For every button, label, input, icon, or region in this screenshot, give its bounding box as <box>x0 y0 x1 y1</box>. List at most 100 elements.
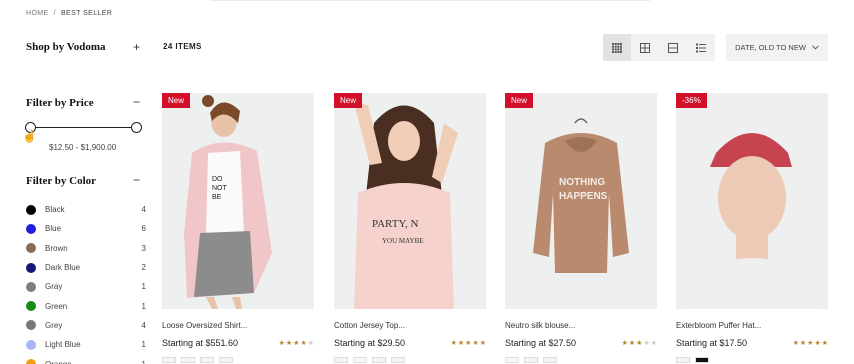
color-count: 1 <box>141 301 146 311</box>
product-name[interactable]: Exterbloom Puffer Hat... <box>676 321 828 330</box>
product-card[interactable]: NOTHING HAPPENS New Neutro silk blouse..… <box>505 93 657 363</box>
star-icon: ★ <box>285 340 293 347</box>
grid-2-icon <box>640 42 650 53</box>
color-swatch[interactable] <box>26 281 36 292</box>
view-grid-2-button[interactable] <box>631 34 659 61</box>
color-swatch[interactable] <box>26 243 36 254</box>
star-icon: ★ <box>650 340 657 347</box>
svg-text:NOTHING: NOTHING <box>559 177 605 188</box>
filter-color-toggle[interactable]: − <box>133 174 140 186</box>
filter-price-heading[interactable]: Filter by Price <box>26 97 94 109</box>
swatch-chip[interactable] <box>676 357 690 363</box>
star-icon: ★ <box>300 340 307 347</box>
color-filter-item[interactable]: Dark Blue 2 <box>26 258 146 277</box>
color-name: Grey <box>45 320 63 330</box>
swatch-chip[interactable] <box>391 357 405 363</box>
star-icon: ★ <box>643 340 650 347</box>
price-range-label: $12.50 - $1,900.00 <box>49 143 117 152</box>
color-filter-item[interactable]: Green 1 <box>26 296 146 315</box>
star-icon: ★ <box>457 340 465 347</box>
product-name[interactable]: Cotton Jersey Top... <box>334 321 486 330</box>
product-swatches <box>505 357 657 363</box>
svg-text:NOT: NOT <box>212 185 228 192</box>
product-image[interactable]: -36% <box>676 93 828 309</box>
color-swatch[interactable] <box>26 262 36 273</box>
product-name[interactable]: Neutro silk blouse... <box>505 321 657 330</box>
color-name: Dark Blue <box>45 263 81 273</box>
star-icon: ★ <box>472 340 479 347</box>
swatch-chip[interactable] <box>372 357 386 363</box>
product-name[interactable]: Loose Oversized Shirt... <box>162 321 314 330</box>
shop-by-toggle[interactable]: + <box>133 41 140 53</box>
star-icon: ★ <box>307 340 314 347</box>
filter-price-toggle[interactable]: − <box>133 96 140 108</box>
swatch-chip[interactable] <box>219 357 233 363</box>
product-image[interactable]: PARTY, N YOU MAYBE New <box>334 93 486 309</box>
color-swatch[interactable] <box>26 301 36 312</box>
view-list-detail-button[interactable] <box>687 34 715 61</box>
top-divider <box>210 0 650 1</box>
star-icon: ★ <box>465 340 472 347</box>
color-name: Blue <box>45 224 62 234</box>
product-card[interactable]: PARTY, N YOU MAYBE New Cotton Jersey Top… <box>334 93 486 363</box>
star-icon: ★ <box>628 340 636 347</box>
filter-color-heading[interactable]: Filter by Color <box>26 175 96 187</box>
product-card[interactable]: -36% Exterbloom Puffer Hat... Starting a… <box>676 93 828 363</box>
price-slider-track[interactable] <box>31 127 137 128</box>
color-filter-item[interactable]: Brown 3 <box>26 239 146 258</box>
swatch-chip[interactable] <box>505 357 519 363</box>
product-price: Starting at $17.50 <box>676 338 748 348</box>
star-icon: ★ <box>621 340 628 347</box>
color-name: Green <box>45 301 68 311</box>
swatch-chip[interactable] <box>695 357 709 363</box>
swatch-chip[interactable] <box>334 357 348 363</box>
svg-text:PARTY, N: PARTY, N <box>372 218 418 230</box>
product-photo-brown-hoodie: NOTHING HAPPENS <box>533 118 629 273</box>
color-name: Black <box>45 205 65 215</box>
color-filter-item[interactable]: Grey 4 <box>26 316 146 335</box>
view-grid-4-button[interactable] <box>603 34 631 61</box>
svg-text:HAPPENS: HAPPENS <box>559 191 608 202</box>
breadcrumb-separator: / <box>53 10 56 17</box>
product-rating: ★ ★ ★ ★ ★ <box>451 339 486 347</box>
color-filter-item[interactable]: Black 4 <box>26 200 146 219</box>
swatch-chip[interactable] <box>181 357 195 363</box>
color-swatch[interactable] <box>26 320 36 331</box>
color-filter-list: Black 4 Blue 6 Brown 3 Dark Blue 2 Gray 1 Green 1 Gr… <box>26 200 146 364</box>
svg-text:YOU MAYBE: YOU MAYBE <box>382 237 424 245</box>
swatch-chip[interactable] <box>543 357 557 363</box>
sort-label: DATE, OLD TO NEW <box>735 43 806 52</box>
star-icon: ★ <box>814 340 821 347</box>
shop-by-heading[interactable]: Shop by Vodoma <box>26 41 106 53</box>
product-card[interactable]: DO NOT BE New Loose Oversized Shirt... S… <box>162 93 314 363</box>
star-icon: ★ <box>792 340 799 347</box>
product-image[interactable]: NOTHING HAPPENS New <box>505 93 657 309</box>
color-swatch[interactable] <box>26 204 36 215</box>
sort-select[interactable]: DATE, OLD TO NEW <box>726 34 828 61</box>
swatch-chip[interactable] <box>162 357 176 363</box>
color-swatch[interactable] <box>26 223 36 234</box>
star-icon: ★ <box>450 340 457 347</box>
color-swatch[interactable] <box>26 359 36 364</box>
swatch-chip[interactable] <box>353 357 367 363</box>
product-image[interactable]: DO NOT BE New <box>162 93 314 309</box>
color-filter-item[interactable]: Blue 6 <box>26 219 146 238</box>
breadcrumb-current: BEST SELLER <box>60 10 113 17</box>
list-detail-icon <box>696 43 706 52</box>
color-swatch[interactable] <box>26 339 36 350</box>
product-rating: ★ ★ ★ ★ ★ <box>622 339 657 347</box>
product-swatches <box>334 357 486 363</box>
color-filter-item[interactable]: Gray 1 <box>26 277 146 296</box>
product-price: Starting at $29.50 <box>334 338 406 348</box>
color-filter-item[interactable]: Light Blue 1 <box>26 335 146 354</box>
price-slider-max-handle[interactable] <box>131 122 142 133</box>
view-list-button[interactable] <box>659 34 687 61</box>
color-count: 3 <box>141 243 146 253</box>
breadcrumb-home[interactable]: HOME <box>26 10 49 17</box>
swatch-chip[interactable] <box>200 357 214 363</box>
color-filter-item[interactable]: Orange1 <box>26 354 146 364</box>
swatch-chip[interactable] <box>524 357 538 363</box>
svg-text:BE: BE <box>212 194 222 201</box>
product-photo-woman-pink-coat: DO NOT BE <box>184 95 272 309</box>
color-count: 4 <box>141 205 146 215</box>
